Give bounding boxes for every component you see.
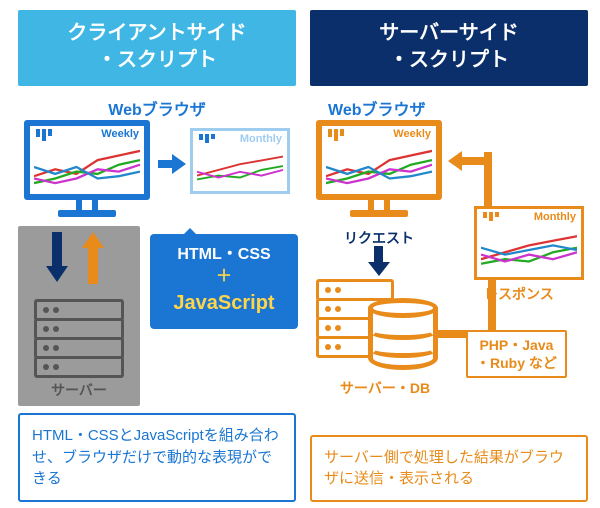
server-title-line2: ・スクリプト — [389, 49, 509, 71]
arrow-response-vertical-icon — [484, 152, 492, 208]
client-monitor-weekly: Weekly — [24, 120, 150, 217]
tech-line1: PHP・Java — [479, 337, 553, 353]
client-title-banner: クライアントサイド ・スクリプト — [18, 10, 296, 86]
server-monthly-panel: Monthly — [474, 206, 584, 280]
client-side-column: クライアントサイド ・スクリプト Webブラウザ Weekly Monthly — [18, 10, 296, 124]
client-description-box: HTML・CSSとJavaScriptを組み合わせ、ブラウザだけで動的な表現がで… — [18, 413, 296, 502]
chart-monthly-server: Monthly — [477, 209, 581, 277]
callout-js: JavaScript — [173, 292, 274, 314]
monthly-tag-server: Monthly — [534, 211, 576, 223]
server-title-line1: サーバーサイド — [379, 22, 518, 44]
client-server-area: サーバー — [18, 226, 140, 406]
arrow-request-down-icon — [370, 246, 388, 278]
arrow-down-icon — [48, 232, 66, 284]
server-monitor-weekly: Weekly — [316, 120, 442, 217]
chart-weekly-client: Weekly — [30, 126, 144, 194]
server-description: サーバー側で処理した結果がブラウザに送信・表示される — [324, 449, 564, 488]
arrow-up-icon — [84, 232, 102, 284]
client-title-line1: クライアントサイド — [67, 22, 246, 44]
server-tech-tag: PHP・Java ・Ruby など — [466, 330, 567, 378]
weekly-tag: Weekly — [101, 128, 139, 140]
chart-monthly-client: Monthly — [193, 131, 287, 191]
server-db-label: サーバー・DB — [340, 378, 430, 398]
server-title-banner: サーバーサイド ・スクリプト — [310, 10, 588, 86]
client-description: HTML・CSSとJavaScriptを組み合わせ、ブラウザだけで動的な表現がで… — [32, 427, 279, 488]
server-description-box: サーバー側で処理した結果がブラウザに送信・表示される — [310, 435, 588, 503]
chart-weekly-server: Weekly — [322, 126, 436, 194]
client-callout: HTML・CSS ＋ JavaScript — [150, 234, 298, 329]
request-label: リクエスト — [344, 228, 414, 248]
arrow-weekly-to-monthly-icon — [158, 156, 188, 172]
server-browser-label: Webブラウザ — [328, 96, 588, 120]
database-icon — [368, 298, 438, 374]
client-server-label: サーバー — [51, 380, 107, 400]
callout-plus: ＋ — [216, 268, 232, 285]
weekly-tag-server: Weekly — [393, 128, 431, 140]
client-browser-label: Webブラウザ — [18, 96, 296, 120]
monthly-tag: Monthly — [240, 133, 282, 145]
tech-line2: ・Ruby など — [476, 355, 557, 371]
client-monthly-panel: Monthly — [190, 128, 290, 194]
callout-html-css: HTML・CSS — [177, 246, 270, 263]
server-stack-icon — [34, 302, 124, 378]
client-title-line2: ・スクリプト — [97, 49, 217, 71]
server-side-column: サーバーサイド ・スクリプト Webブラウザ Weekly — [310, 10, 588, 124]
